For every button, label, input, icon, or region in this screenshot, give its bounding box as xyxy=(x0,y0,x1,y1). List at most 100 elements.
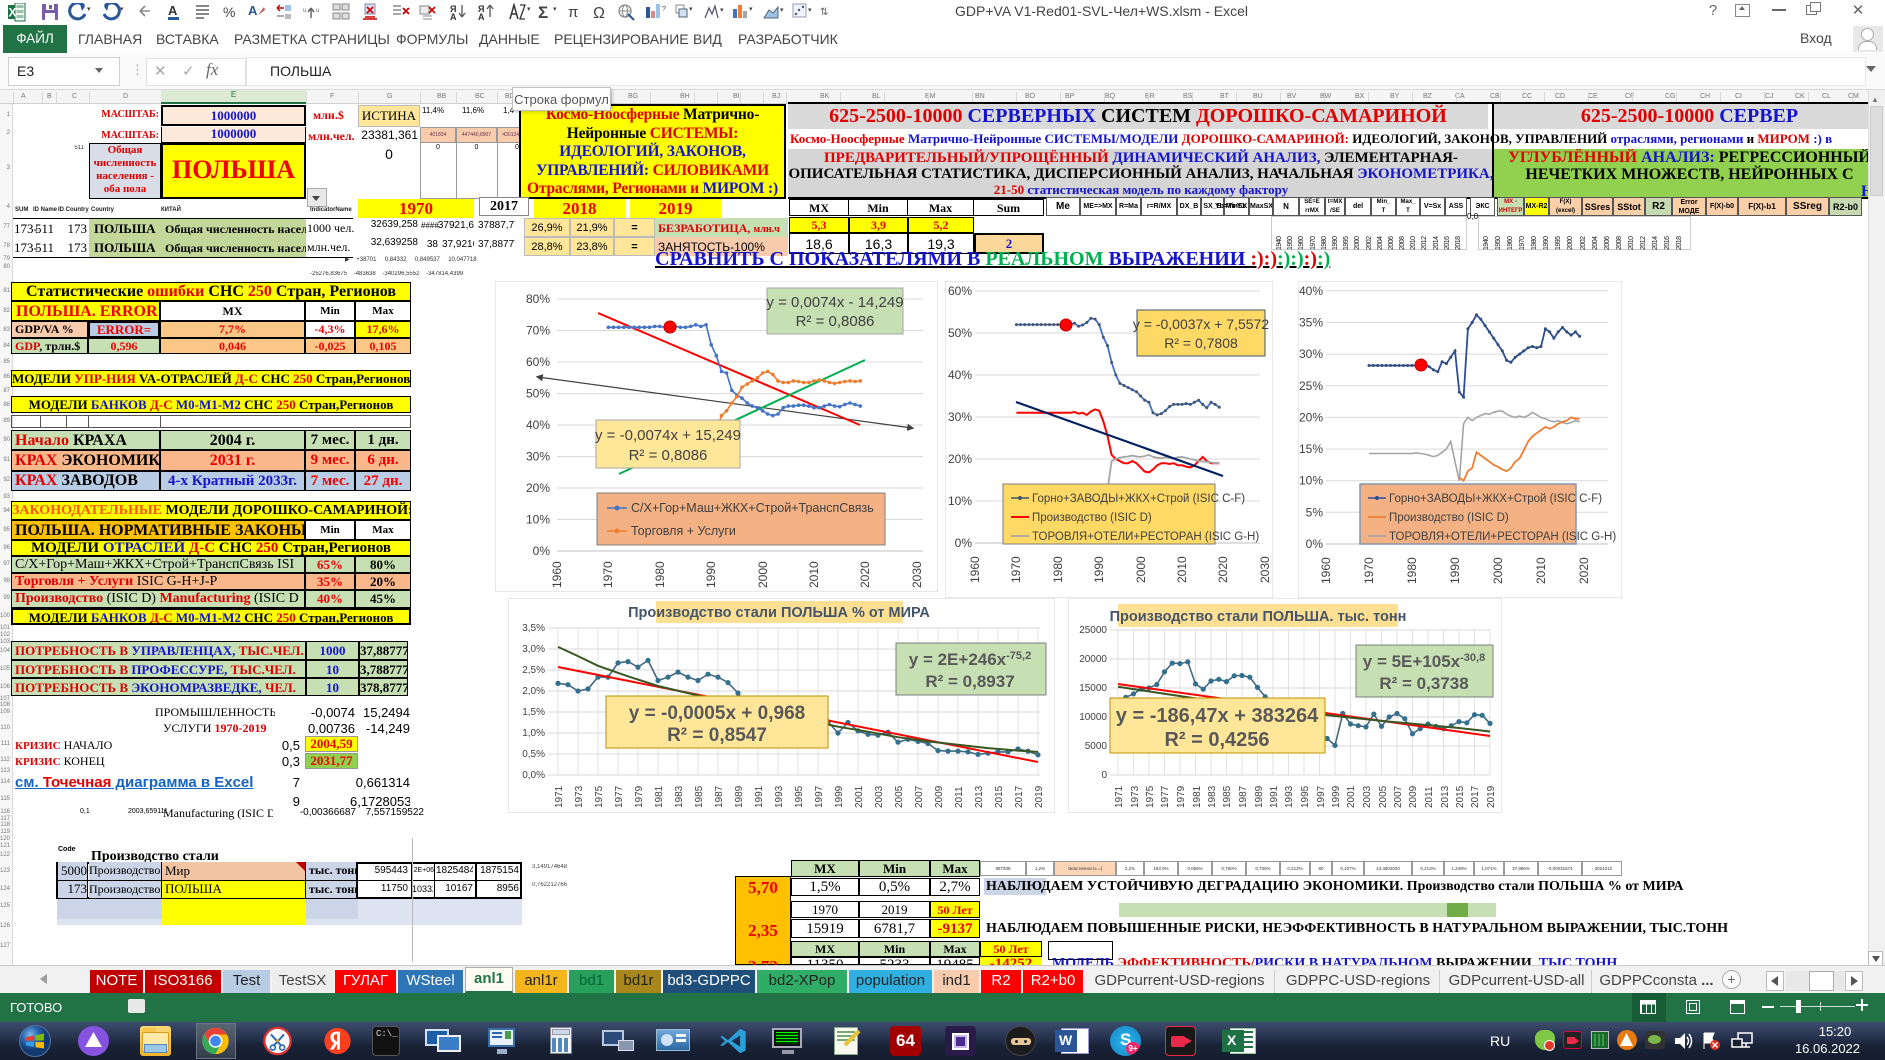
svg-text:⇅: ⇅ xyxy=(820,7,828,18)
svg-text:R² = 0,8547: R² = 0,8547 xyxy=(667,725,767,746)
svg-text:1971: 1971 xyxy=(554,785,565,808)
svg-text:Горно+ЗАВОДЫ+ЖКХ+Строй (ISIC C: Горно+ЗАВОДЫ+ЖКХ+Строй (ISIC C-F) xyxy=(1032,493,1245,505)
svg-text:2030: 2030 xyxy=(1620,557,1622,584)
svg-text:y = -186,47x + 383264: y = -186,47x + 383264 xyxy=(1116,705,1319,727)
svg-text:1973: 1973 xyxy=(1130,785,1141,808)
svg-text:▾: ▾ xyxy=(720,7,724,14)
svg-text:Производство (ISIC D): Производство (ISIC D) xyxy=(1389,512,1509,524)
svg-text:2030: 2030 xyxy=(1258,556,1272,583)
svg-text:Производство (ISIC D): Производство (ISIC D) xyxy=(1032,512,1152,524)
svg-text:15%: 15% xyxy=(1299,442,1323,456)
svg-text:А: А xyxy=(450,12,457,22)
svg-text:25000: 25000 xyxy=(1079,625,1107,636)
svg-text:1999: 1999 xyxy=(834,785,845,808)
svg-text:10%: 10% xyxy=(948,494,972,508)
svg-text:2019: 2019 xyxy=(1486,785,1497,808)
svg-text:2005: 2005 xyxy=(894,785,905,808)
svg-text:ТОРОВЛЯ+ОТЕЛИ+РЕСТОРАН (ISIC G: ТОРОВЛЯ+ОТЕЛИ+РЕСТОРАН (ISIC G-H) xyxy=(1032,531,1259,543)
svg-text:70%: 70% xyxy=(526,324,550,338)
svg-text:1971: 1971 xyxy=(1114,785,1125,808)
svg-text:1997: 1997 xyxy=(814,785,825,808)
svg-text:2017: 2017 xyxy=(1470,785,1481,808)
svg-text:y = -0,0037x + 7,5572: y = -0,0037x + 7,5572 xyxy=(1133,316,1269,332)
svg-text:y = -0,0074x + 15,249: y = -0,0074x + 15,249 xyxy=(595,427,741,444)
svg-text:Производство стали ПОЛЬША % от: Производство стали ПОЛЬША % от МИРА xyxy=(628,605,930,621)
svg-text:30%: 30% xyxy=(1299,347,1323,361)
svg-text:1975: 1975 xyxy=(1145,785,1156,808)
svg-text:R² = 0,8086: R² = 0,8086 xyxy=(629,447,708,464)
svg-text:5000: 5000 xyxy=(1085,741,1108,752)
svg-text:▾: ▾ xyxy=(749,6,753,13)
svg-text:▾: ▾ xyxy=(553,6,557,13)
svg-text:2001: 2001 xyxy=(854,785,865,808)
svg-text:3,0%: 3,0% xyxy=(522,644,545,655)
svg-text:2000: 2000 xyxy=(1134,556,1148,583)
svg-text:1985: 1985 xyxy=(694,785,705,808)
svg-text:2010: 2010 xyxy=(1534,557,1548,584)
svg-text:1,5%: 1,5% xyxy=(522,707,545,718)
svg-text:2,0%: 2,0% xyxy=(522,686,545,697)
svg-text:5%: 5% xyxy=(1306,505,1324,519)
svg-text:20%: 20% xyxy=(1299,410,1323,424)
svg-text:1991: 1991 xyxy=(1269,785,1280,808)
svg-text:1980: 1980 xyxy=(1051,556,1065,583)
svg-text:1975: 1975 xyxy=(594,785,605,808)
svg-text:2003: 2003 xyxy=(1362,785,1373,808)
svg-text:▾: ▾ xyxy=(527,6,531,13)
svg-text:%: % xyxy=(223,4,235,20)
svg-text:0%: 0% xyxy=(1306,537,1324,551)
svg-text:1990: 1990 xyxy=(1092,556,1106,583)
svg-text:1973: 1973 xyxy=(574,785,585,808)
svg-text:60%: 60% xyxy=(526,355,550,369)
svg-text:u: u xyxy=(303,8,306,14)
svg-text:1960: 1960 xyxy=(1319,557,1333,584)
svg-text:π: π xyxy=(568,4,578,21)
svg-text:50%: 50% xyxy=(526,387,550,401)
svg-text:40%: 40% xyxy=(1299,284,1323,298)
svg-text:1980: 1980 xyxy=(653,561,667,588)
svg-text:y = 0,0074x - 14,249: y = 0,0074x - 14,249 xyxy=(766,294,903,311)
svg-text:▾: ▾ xyxy=(120,6,124,13)
svg-text:1989: 1989 xyxy=(734,785,745,808)
svg-text:1990: 1990 xyxy=(704,561,718,588)
svg-text:2005: 2005 xyxy=(1378,785,1389,808)
svg-text:A: A xyxy=(248,3,258,18)
svg-text:X: X xyxy=(9,6,17,20)
svg-text:▾: ▾ xyxy=(689,6,693,13)
svg-text:1,0%: 1,0% xyxy=(522,728,545,739)
svg-text:1983: 1983 xyxy=(674,785,685,808)
svg-text:С/Х+Гор+Маш+ЖКХ+Строй+ТранспСв: С/Х+Гор+Маш+ЖКХ+Строй+ТранспСвязь xyxy=(631,501,874,515)
svg-text:2020: 2020 xyxy=(858,561,872,588)
svg-text:2007: 2007 xyxy=(1393,785,1404,808)
svg-text:2011: 2011 xyxy=(1424,786,1435,808)
svg-text:ТОРОВЛЯ+ОТЕЛИ+РЕСТОРАН (ISIC G: ТОРОВЛЯ+ОТЕЛИ+РЕСТОРАН (ISIC G-H) xyxy=(1389,531,1616,543)
svg-text:2011: 2011 xyxy=(954,786,965,808)
svg-text:А: А xyxy=(478,12,485,22)
svg-text:2015: 2015 xyxy=(994,785,1005,808)
svg-text:2013: 2013 xyxy=(1440,785,1451,808)
svg-text:1995: 1995 xyxy=(1300,785,1311,808)
svg-text:35%: 35% xyxy=(1299,315,1323,329)
svg-text:15000: 15000 xyxy=(1079,683,1107,694)
svg-text:1977: 1977 xyxy=(614,785,625,808)
svg-text:▾: ▾ xyxy=(87,6,91,13)
svg-text:0%: 0% xyxy=(533,544,551,558)
svg-text:1981: 1981 xyxy=(1192,785,1203,808)
svg-text:60%: 60% xyxy=(948,284,972,298)
svg-text:1970: 1970 xyxy=(1009,556,1023,583)
svg-text:R² = 0,8086: R² = 0,8086 xyxy=(796,313,875,330)
svg-text:20000: 20000 xyxy=(1079,654,1107,665)
svg-text:R² = 0,3738: R² = 0,3738 xyxy=(1379,674,1468,693)
svg-text:2019: 2019 xyxy=(1034,785,1045,808)
svg-text:2010: 2010 xyxy=(807,561,821,588)
svg-text:1983: 1983 xyxy=(1207,785,1218,808)
svg-text:1960: 1960 xyxy=(968,556,982,583)
svg-text:2020: 2020 xyxy=(1216,556,1230,583)
svg-text:40%: 40% xyxy=(526,418,550,432)
svg-text:1990: 1990 xyxy=(1448,557,1462,584)
svg-text:y = -0,0005x + 0,968: y = -0,0005x + 0,968 xyxy=(629,703,805,724)
svg-text:20%: 20% xyxy=(526,481,550,495)
svg-text:R² = 0,7808: R² = 0,7808 xyxy=(1164,335,1238,351)
svg-text:20%: 20% xyxy=(948,452,972,466)
svg-text:0: 0 xyxy=(1101,770,1107,781)
